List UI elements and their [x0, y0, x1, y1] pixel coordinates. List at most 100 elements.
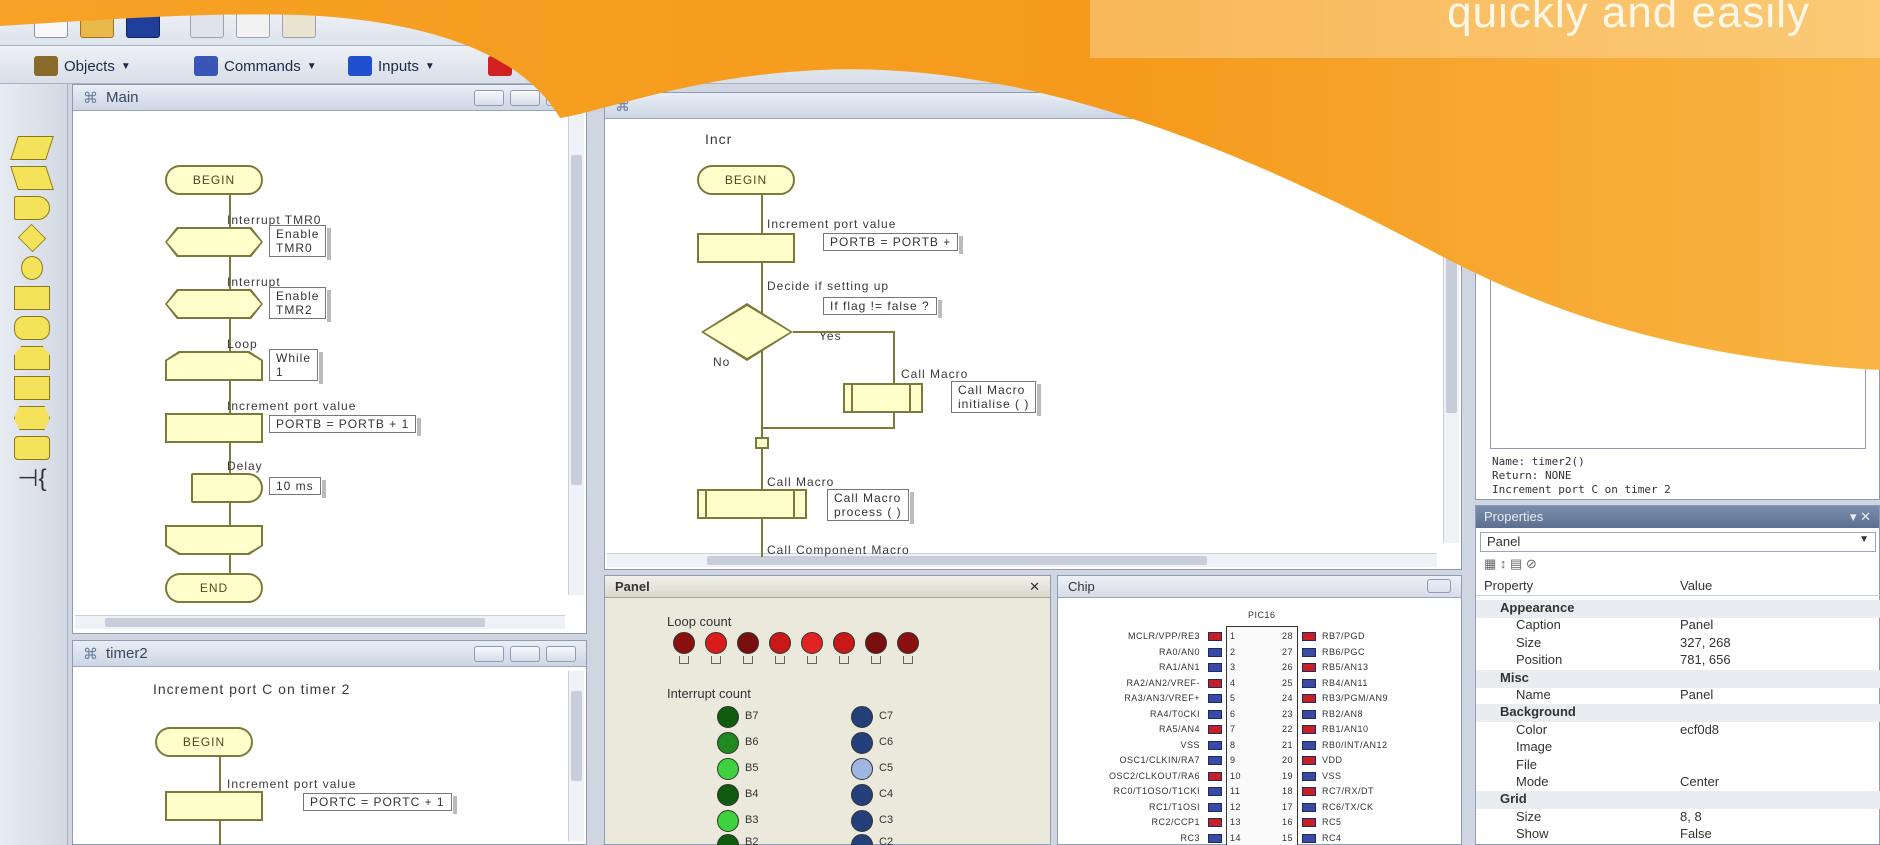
save-icon[interactable]: [126, 8, 160, 38]
property-category-row[interactable]: Grid: [1476, 791, 1880, 810]
chip-left-pin[interactable]: [1208, 678, 1222, 688]
calculation-icon[interactable]: [14, 376, 50, 400]
chip-left-pin[interactable]: [1208, 694, 1222, 703]
object-selector[interactable]: Panel ▼: [1480, 532, 1876, 552]
property-row[interactable]: Name Panel: [1476, 687, 1880, 705]
property-category-row[interactable]: Appearance: [1476, 600, 1880, 618]
chip-left-pin[interactable]: [1208, 833, 1222, 843]
objects-dropdown[interactable]: Objects ▼: [34, 55, 131, 77]
call-macro-initialise-block[interactable]: [843, 383, 923, 413]
interrupt-tmr0-icon[interactable]: [165, 227, 263, 257]
loop-icon[interactable]: [14, 346, 50, 370]
chip-left-pin[interactable]: [1208, 802, 1222, 812]
property-row[interactable]: File: [1476, 757, 1880, 775]
property-category-row[interactable]: Misc: [1476, 669, 1880, 688]
chip-left-pin[interactable]: [1208, 818, 1222, 827]
call-macro-icon[interactable]: [14, 286, 50, 310]
chip-right-pin[interactable]: [1302, 725, 1316, 734]
main-vertical-scrollbar[interactable]: [568, 115, 584, 595]
property-row[interactable]: Color ecf0d8: [1476, 722, 1880, 740]
center-begin-terminator[interactable]: BEGIN: [697, 165, 795, 195]
input-icon[interactable]: [10, 136, 54, 160]
property-row[interactable]: Size 8, 8: [1476, 809, 1880, 827]
component-macro-icon[interactable]: [14, 316, 50, 340]
chip-left-pin[interactable]: [1208, 663, 1222, 672]
minimize-button[interactable]: [474, 89, 504, 106]
connection-point-icon[interactable]: [21, 256, 43, 280]
chip-left-pin[interactable]: [1208, 756, 1222, 765]
interrupt-tmr2-icon[interactable]: [165, 289, 263, 319]
property-row[interactable]: Mode Center: [1476, 774, 1880, 792]
outputs-dropdown[interactable]: [488, 55, 512, 77]
chip-right-pin[interactable]: [1302, 709, 1316, 719]
loop-led: [769, 632, 791, 654]
paste-icon[interactable]: [282, 8, 316, 38]
property-row[interactable]: Position 781, 656: [1476, 652, 1880, 670]
close-icon[interactable]: ▾ ✕: [1850, 509, 1871, 525]
chip-right-pin[interactable]: [1302, 771, 1316, 781]
chip-right-pin[interactable]: [1302, 663, 1316, 672]
chip-right-pin[interactable]: [1302, 647, 1316, 657]
chip-left-pin[interactable]: [1208, 771, 1222, 781]
chip-left-pin[interactable]: [1208, 647, 1222, 657]
chip-right-pin[interactable]: [1302, 694, 1316, 703]
delay-block[interactable]: [191, 473, 263, 503]
chip-right-pin[interactable]: [1302, 632, 1316, 641]
chip-left-pin[interactable]: [1208, 740, 1222, 750]
copy-icon[interactable]: [236, 8, 270, 38]
timer2-calculation-block[interactable]: [165, 791, 263, 821]
chip-left-pin[interactable]: [1208, 709, 1222, 719]
call-macro-process-block[interactable]: [697, 489, 807, 519]
chip-right-pin[interactable]: [1302, 787, 1316, 796]
string-icon[interactable]: [14, 436, 50, 460]
interrupt-icon[interactable]: [14, 406, 50, 430]
macro-list-box[interactable]: [1490, 261, 1866, 449]
calculation-block[interactable]: [165, 413, 263, 443]
cut-icon[interactable]: [190, 8, 224, 38]
center-horizontal-scrollbar[interactable]: [607, 553, 1437, 567]
property-row[interactable]: Caption Panel: [1476, 617, 1880, 635]
chip-left-pin[interactable]: [1208, 632, 1222, 641]
center-vertical-scrollbar[interactable]: [1443, 123, 1459, 543]
chip-right-pin[interactable]: [1302, 818, 1316, 827]
properties-sort-toolbar[interactable]: ▦ ↕ ▤ ⊘: [1484, 556, 1537, 572]
property-row[interactable]: Size 327, 268: [1476, 635, 1880, 653]
maximize-button[interactable]: [510, 89, 540, 106]
chip-right-pin[interactable]: [1302, 740, 1316, 750]
chip-left-pin[interactable]: [1208, 725, 1222, 734]
delay-icon[interactable]: [14, 196, 50, 220]
connection-point[interactable]: [755, 437, 769, 449]
timer2-begin-terminator[interactable]: BEGIN: [155, 727, 253, 757]
open-folder-icon[interactable]: [80, 8, 114, 38]
close-button[interactable]: [546, 89, 576, 106]
center-calculation-block[interactable]: [697, 233, 795, 263]
main-horizontal-scrollbar[interactable]: [75, 615, 565, 629]
decision-block[interactable]: [701, 303, 793, 361]
close-button[interactable]: [546, 645, 576, 662]
timer2-vertical-scrollbar[interactable]: [568, 671, 584, 841]
close-icon[interactable]: ✕: [1029, 579, 1040, 595]
commands-dropdown[interactable]: Commands ▼: [194, 55, 317, 77]
inputs-dropdown[interactable]: Inputs ▼: [348, 55, 435, 77]
comment-icon[interactable]: ⊣{: [14, 467, 50, 492]
output-icon[interactable]: [10, 166, 54, 190]
new-file-icon[interactable]: [34, 8, 68, 38]
loop-icon[interactable]: [165, 351, 263, 381]
chip-left-pin[interactable]: [1208, 787, 1222, 796]
close-button[interactable]: [1427, 579, 1451, 593]
chip-body[interactable]: [1226, 626, 1298, 845]
chip-right-pin[interactable]: [1302, 756, 1316, 765]
property-row[interactable]: Image: [1476, 739, 1880, 757]
property-category-row[interactable]: Background: [1476, 704, 1880, 723]
decision-icon[interactable]: [17, 223, 47, 253]
minimize-button[interactable]: [474, 645, 504, 662]
property-row[interactable]: Show False: [1476, 826, 1880, 844]
chip-left-pin-label: RC1/T1OSI: [1148, 801, 1200, 812]
maximize-button[interactable]: [510, 645, 540, 662]
end-terminator[interactable]: END: [165, 573, 263, 603]
chip-right-pin[interactable]: [1302, 678, 1316, 688]
chip-right-pin[interactable]: [1302, 802, 1316, 812]
begin-terminator[interactable]: BEGIN: [165, 165, 263, 195]
chip-right-pin[interactable]: [1302, 833, 1316, 843]
loop-end-icon[interactable]: [165, 525, 263, 555]
